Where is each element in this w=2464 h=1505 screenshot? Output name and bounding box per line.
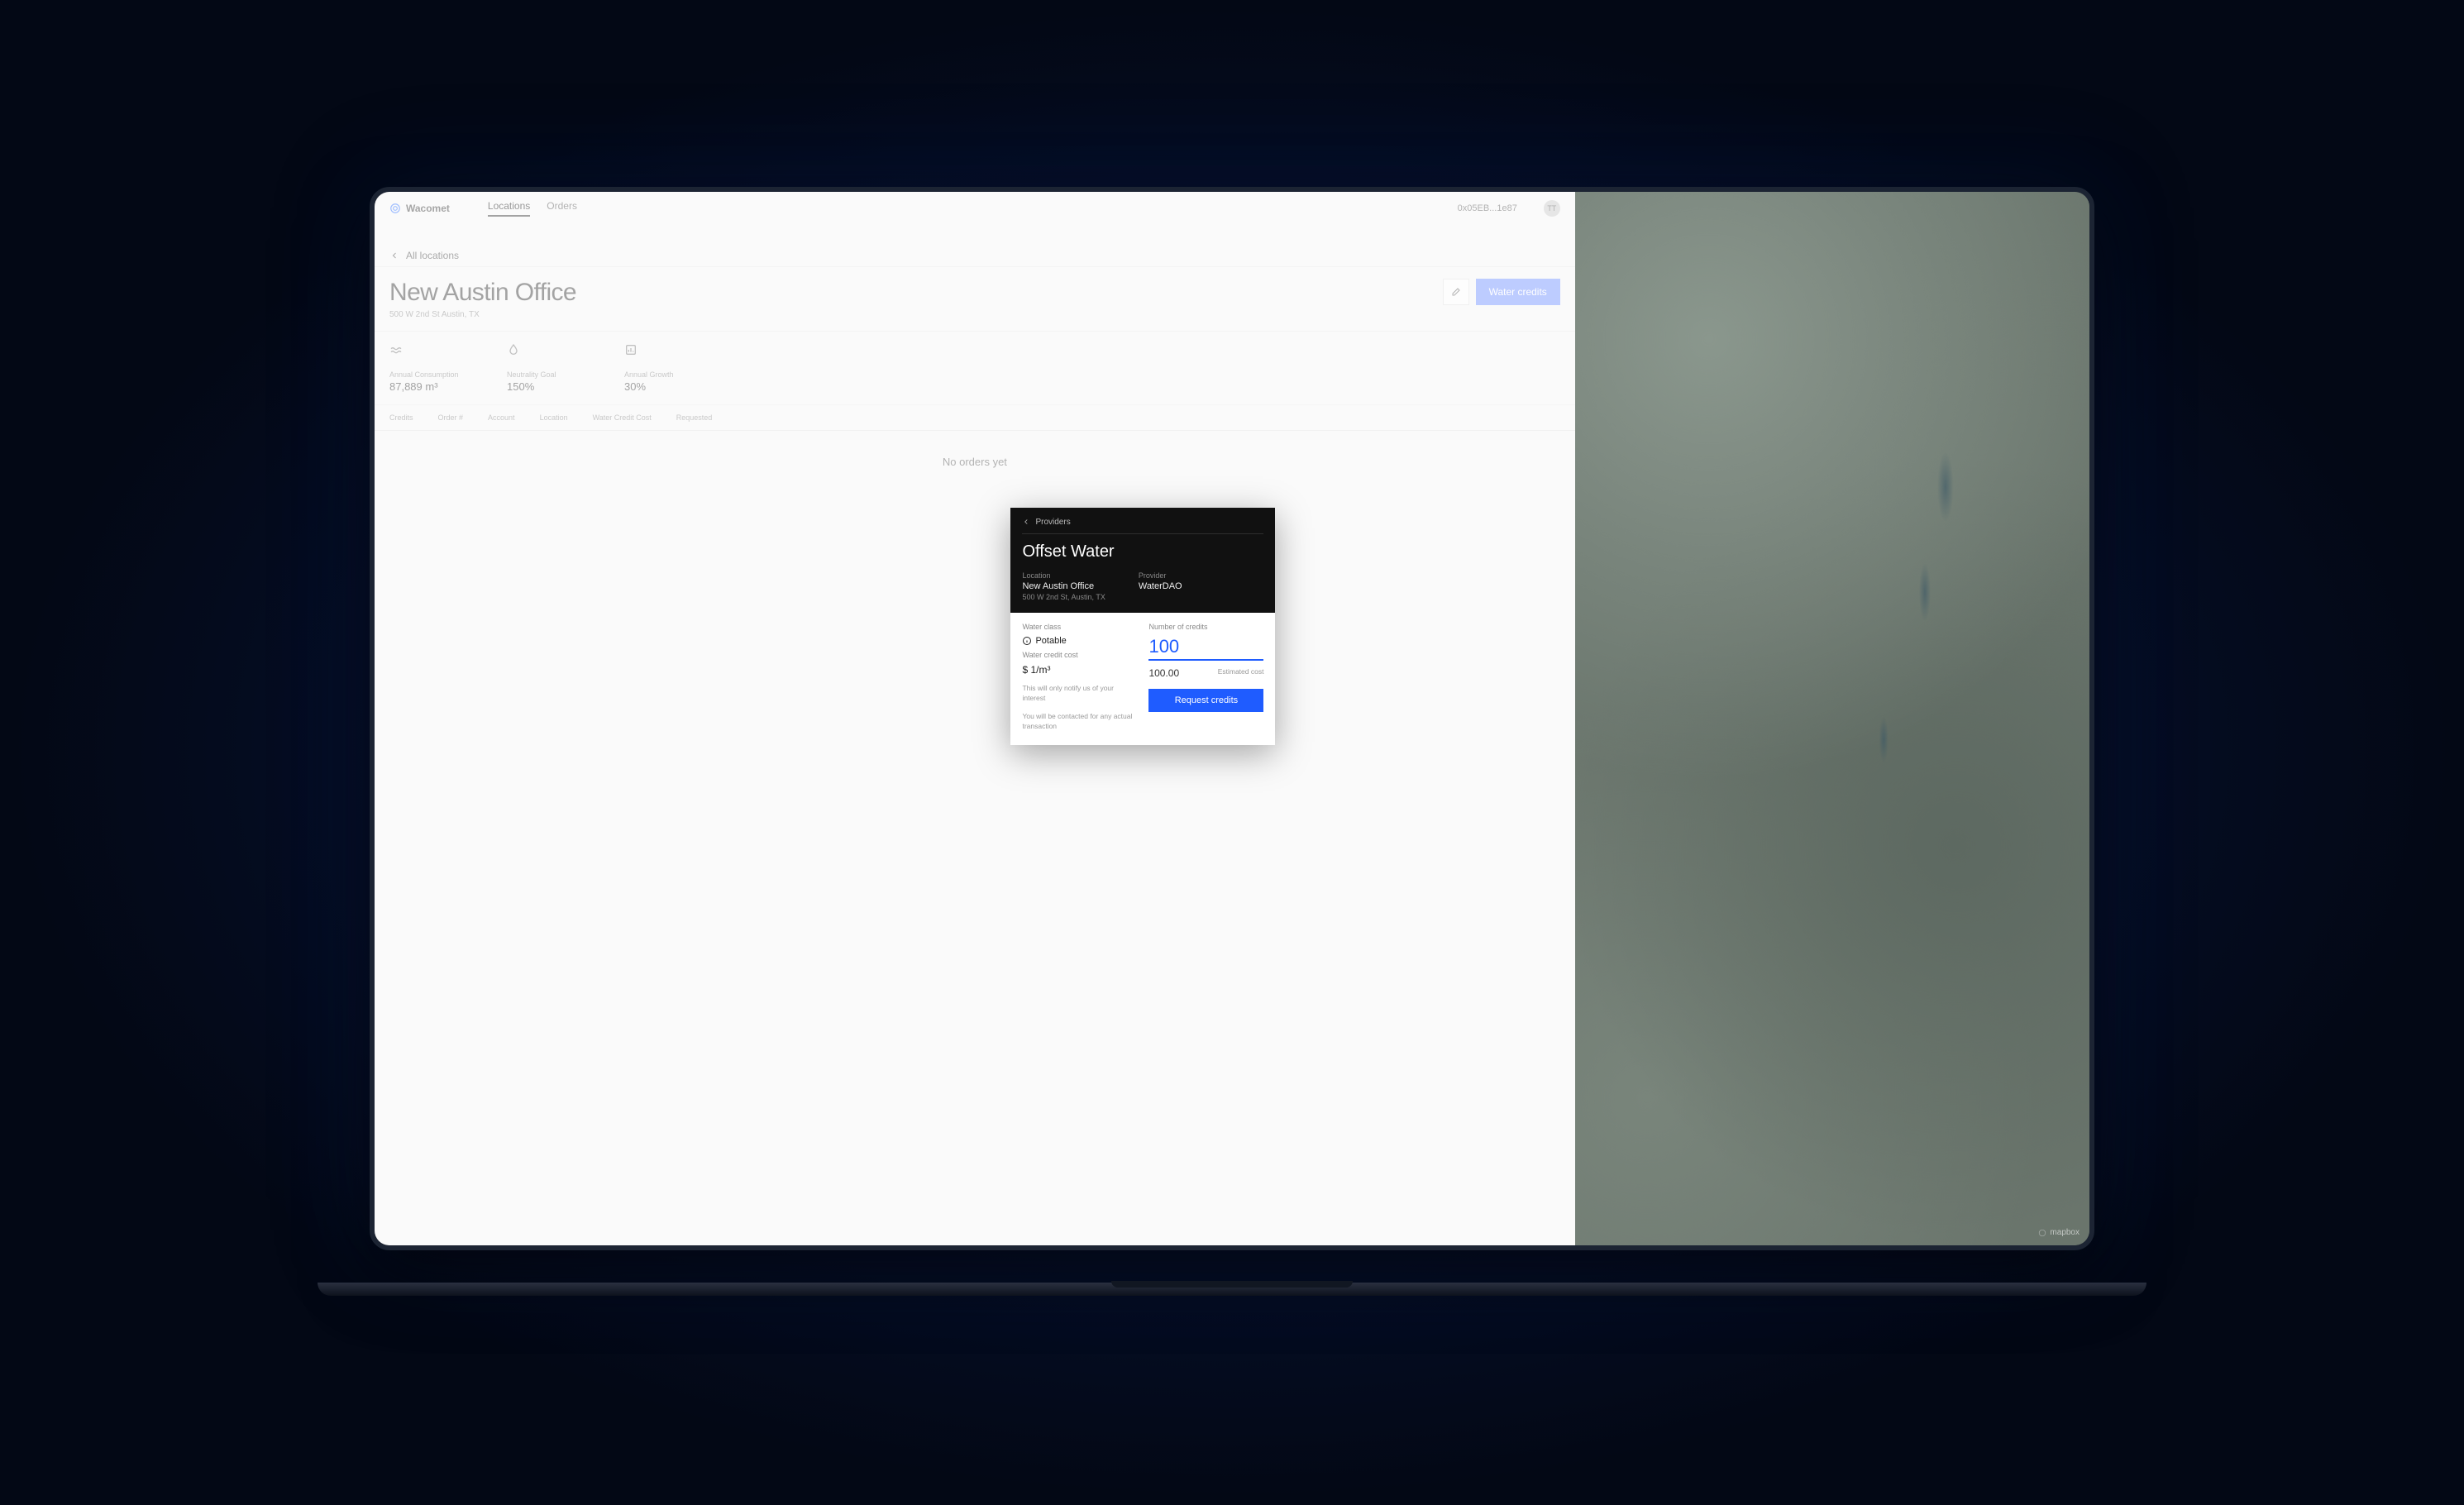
stat-growth: Annual Growth 30% <box>624 343 715 393</box>
stat-consumption-label: Annual Consumption <box>389 370 480 379</box>
top-nav: Wacomet Locations Orders 0x05EB...1e87 T… <box>375 192 1575 225</box>
water-credits-button[interactable]: Water credits <box>1476 279 1560 305</box>
modal-title: Offset Water <box>1022 542 1263 561</box>
drop-icon <box>507 343 520 356</box>
modal-right-col: Number of credits 100.00 Estimated cost … <box>1148 623 1263 732</box>
estimated-cost-value: 100.00 <box>1148 667 1179 679</box>
stats-row: Annual Consumption 87,889 m³ Neutrality … <box>375 332 1575 396</box>
modal-meta: Location New Austin Office 500 W 2nd St,… <box>1022 571 1263 601</box>
pencil-icon <box>1451 287 1461 297</box>
modal-location-name: New Austin Office <box>1022 581 1105 591</box>
laptop-frame: Wacomet Locations Orders 0x05EB...1e87 T… <box>370 187 2094 1319</box>
stat-growth-label: Annual Growth <box>624 370 715 379</box>
stat-neutrality-label: Neutrality Goal <box>507 370 598 379</box>
brand: Wacomet <box>389 203 450 214</box>
nav-orders[interactable]: Orders <box>547 200 577 217</box>
avatar[interactable]: TT <box>1544 200 1560 217</box>
app: Wacomet Locations Orders 0x05EB...1e87 T… <box>375 192 2089 1246</box>
brand-logo-icon <box>389 203 401 214</box>
credit-cost-value: $ 1/m³ <box>1022 664 1137 676</box>
stat-growth-value: 30% <box>624 380 715 393</box>
modal-body: Water class Potable Water credit cost $ … <box>1010 613 1275 745</box>
breadcrumb[interactable]: All locations <box>375 225 1575 266</box>
breadcrumb-label: All locations <box>406 250 459 261</box>
offset-water-modal: Providers Offset Water Location New Aust… <box>1010 508 1275 745</box>
th-account: Account <box>488 413 515 422</box>
modal-note-1: This will only notify us of your interes… <box>1022 684 1137 704</box>
brand-name: Wacomet <box>406 203 450 214</box>
modal-location-label: Location <box>1022 571 1105 580</box>
arrow-left-icon <box>389 251 399 260</box>
estimated-cost-label: Estimated cost <box>1218 667 1264 676</box>
nav-links: Locations Orders <box>488 200 577 217</box>
laptop-notch <box>1111 1281 1353 1288</box>
mapbox-logo-icon <box>2038 1229 2046 1237</box>
wallet-address[interactable]: 0x05EB...1e87 <box>1458 203 1517 213</box>
nav-locations[interactable]: Locations <box>488 200 530 217</box>
stat-neutrality: Neutrality Goal 150% <box>507 343 598 393</box>
num-credits-label: Number of credits <box>1148 623 1263 631</box>
th-credits: Credits <box>389 413 413 422</box>
content-pane: Wacomet Locations Orders 0x05EB...1e87 T… <box>375 192 1575 1246</box>
edit-button[interactable] <box>1443 279 1469 305</box>
modal-provider: Provider WaterDAO <box>1139 571 1182 601</box>
modal-left-col: Water class Potable Water credit cost $ … <box>1022 623 1137 732</box>
modal-location-addr: 500 W 2nd St, Austin, TX <box>1022 593 1105 601</box>
th-cost: Water Credit Cost <box>593 413 652 422</box>
request-credits-button[interactable]: Request credits <box>1148 689 1263 712</box>
modal-back[interactable]: Providers <box>1022 518 1263 534</box>
page-title: New Austin Office <box>389 279 1443 307</box>
page-address: 500 W 2nd St Austin, TX <box>389 310 1443 319</box>
water-class-label: Water class <box>1022 623 1137 631</box>
map-attribution: mapbox <box>2038 1228 2080 1237</box>
info-icon <box>1022 636 1032 646</box>
th-location: Location <box>540 413 568 422</box>
modal-provider-label: Provider <box>1139 571 1182 580</box>
screen: Wacomet Locations Orders 0x05EB...1e87 T… <box>370 187 2094 1251</box>
title-row: New Austin Office 500 W 2nd St Austin, T… <box>375 266 1575 332</box>
water-class-value: Potable <box>1035 636 1066 646</box>
orders-table-header: Credits Order # Account Location Water C… <box>375 404 1575 431</box>
map-pane[interactable]: mapbox <box>1575 192 2089 1246</box>
stat-consumption: Annual Consumption 87,889 m³ <box>389 343 480 393</box>
modal-header: Providers Offset Water Location New Aust… <box>1010 508 1275 613</box>
arrow-left-icon <box>1022 518 1030 526</box>
num-credits-input[interactable] <box>1148 636 1263 661</box>
th-order: Order # <box>438 413 464 422</box>
orders-empty-state: No orders yet <box>375 431 1575 493</box>
credit-cost-label: Water credit cost <box>1022 651 1137 659</box>
modal-note-2: You will be contacted for any actual tra… <box>1022 712 1137 732</box>
stat-neutrality-value: 150% <box>507 380 598 393</box>
estimated-cost-row: 100.00 Estimated cost <box>1148 667 1263 679</box>
map-attribution-text: mapbox <box>2050 1228 2080 1237</box>
bar-chart-icon <box>624 343 637 356</box>
modal-location: Location New Austin Office 500 W 2nd St,… <box>1022 571 1105 601</box>
th-requested: Requested <box>676 413 713 422</box>
modal-provider-name: WaterDAO <box>1139 581 1182 591</box>
waves-icon <box>389 343 403 356</box>
water-class-chip: Potable <box>1022 636 1137 646</box>
modal-crumb-label: Providers <box>1035 518 1070 527</box>
map-rivers <box>1575 192 2089 1246</box>
stat-consumption-value: 87,889 m³ <box>389 380 480 393</box>
